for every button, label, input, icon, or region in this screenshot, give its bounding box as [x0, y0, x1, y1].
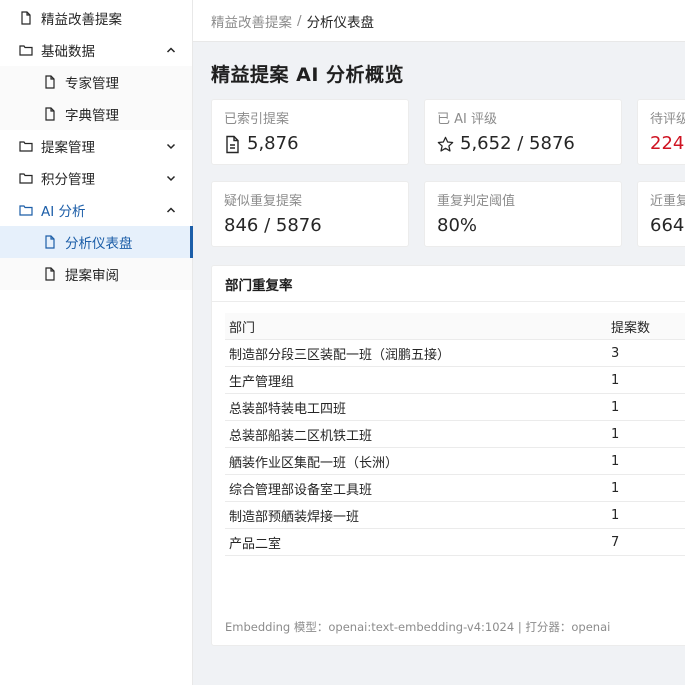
sidebar-item-label: 积分管理: [41, 172, 95, 188]
breadcrumb-parent-link[interactable]: 精益改善提案: [211, 11, 292, 31]
dept-cell: 舾装作业区集配一班（长洲）: [225, 447, 607, 475]
chevron-up-icon: [165, 44, 177, 56]
stat-value: 846 / 5876: [224, 215, 322, 236]
sidebar-item-label: 分析仪表盘: [65, 236, 133, 252]
chevron-down-icon: [165, 140, 177, 152]
stat-value: 224: [650, 133, 685, 154]
sidebar-item-proposals[interactable]: 提案管理: [0, 130, 192, 162]
stat-value-row: 5,876: [224, 133, 396, 155]
folder-icon: [19, 139, 33, 153]
stat-value: 5,652 / 5876: [460, 133, 575, 154]
sidebar-item-label: 提案管理: [41, 140, 95, 156]
dept-cell: 制造部分段三区装配一班（润鹏五接）: [225, 339, 607, 367]
file-icon: [43, 75, 57, 89]
dept-cell: 综合管理部设备室工具班: [225, 474, 607, 502]
sidebar-item-label: 字典管理: [65, 108, 119, 124]
stat-card-near-duplicates: 近重复 664: [637, 181, 685, 247]
table-row: 制造部预舾装焊接一班 1: [225, 501, 685, 529]
stat-value-row: 5,652 / 5876: [437, 133, 609, 155]
table-row: 总装部特装电工四班 1: [225, 393, 685, 421]
sidebar-item-basic-data[interactable]: 基础数据: [0, 34, 192, 66]
stat-value: 80%: [437, 215, 478, 236]
count-cell: 1: [607, 420, 685, 448]
dept-cell: 制造部预舾装焊接一班: [225, 501, 607, 529]
stat-label: 已索引提案: [224, 112, 290, 127]
table-header-row: 部门 提案数: [225, 313, 685, 340]
sidebar-item-dashboard[interactable]: 分析仪表盘: [0, 226, 193, 258]
sidebar: 精益改善提案 基础数据 专家管理 字典管理 提案管理 积分管理 AI 分析 分析…: [0, 0, 193, 685]
table-row: 制造部分段三区装配一班（润鹏五接） 3: [225, 339, 685, 367]
sidebar-item-points[interactable]: 积分管理: [0, 162, 192, 194]
folder-icon: [19, 203, 33, 217]
sidebar-item-label: 精益改善提案: [41, 12, 122, 28]
count-cell: 1: [607, 393, 685, 421]
chevron-down-icon: [165, 172, 177, 184]
file-icon: [43, 267, 57, 281]
embedding-model-info: Embedding 模型：openai:text-embedding-v4:10…: [225, 620, 611, 634]
dept-cell: 生产管理组: [225, 366, 607, 394]
sidebar-item-label: 专家管理: [65, 76, 119, 92]
stat-card-rated: 已 AI 评级 5,652 / 5876: [424, 99, 622, 165]
stat-label: 待评级: [650, 112, 685, 127]
stat-value-row: 224: [650, 133, 685, 155]
dept-duplicate-panel: 部门重复率 部门 提案数 制造部分段三区装配一班（润鹏五接） 3 生产管理组 1 总…: [211, 265, 685, 646]
sidebar-item-label: 基础数据: [41, 44, 95, 60]
star-icon: [437, 135, 454, 154]
stat-value: 664: [650, 215, 685, 236]
file-icon: [19, 11, 33, 25]
stat-label: 已 AI 评级: [437, 112, 497, 127]
stat-card-threshold: 重复判定阈值 80%: [424, 181, 622, 247]
stat-label: 近重复: [650, 194, 685, 209]
sidebar-item-ai-analysis[interactable]: AI 分析: [0, 194, 192, 226]
table-row: 总装部船装二区机铁工班 1: [225, 420, 685, 448]
count-cell: 1: [607, 366, 685, 394]
dept-cell: 总装部特装电工四班: [225, 393, 607, 421]
sidebar-item-review[interactable]: 提案审阅: [0, 258, 192, 290]
stat-value-row: 846 / 5876: [224, 215, 396, 237]
stat-card-pending: 待评级 224: [637, 99, 685, 165]
file-icon: [43, 107, 57, 121]
chevron-up-icon: [165, 204, 177, 216]
count-cell: 1: [607, 447, 685, 475]
stat-value: 5,876: [247, 133, 299, 154]
table-row: 舾装作业区集配一班（长洲） 1: [225, 447, 685, 475]
column-header-dept[interactable]: 部门: [225, 313, 607, 340]
stat-value-row: 664: [650, 215, 685, 237]
count-cell: 1: [607, 474, 685, 502]
breadcrumb: 精益改善提案 / 分析仪表盘: [193, 0, 685, 42]
panel-title: 部门重复率: [212, 266, 685, 302]
page-title: 精益提案 AI 分析概览: [211, 64, 405, 86]
sidebar-item-experts[interactable]: 专家管理: [0, 66, 192, 98]
file-icon: [43, 235, 57, 249]
breadcrumb-current: 分析仪表盘: [306, 14, 375, 31]
folder-icon: [19, 43, 33, 57]
sidebar-item-dictionary[interactable]: 字典管理: [0, 98, 192, 130]
sidebar-item-label: 提案审阅: [65, 268, 119, 284]
folder-icon: [19, 171, 33, 185]
breadcrumb-separator: /: [297, 12, 302, 29]
dept-cell: 产品二室: [225, 528, 607, 556]
table-row: 生产管理组 1: [225, 366, 685, 394]
dept-cell: 总装部船装二区机铁工班: [225, 420, 607, 448]
document-icon: [224, 135, 241, 154]
table-row: 产品二室 7: [225, 528, 685, 556]
table-row: 综合管理部设备室工具班 1: [225, 474, 685, 502]
count-cell: 3: [607, 339, 685, 367]
stat-card-duplicates: 疑似重复提案 846 / 5876: [211, 181, 409, 247]
stat-value-row: 80%: [437, 215, 609, 237]
count-cell: 1: [607, 501, 685, 529]
sidebar-item-lean-proposals[interactable]: 精益改善提案: [0, 2, 192, 34]
sidebar-item-label: AI 分析: [41, 204, 86, 220]
stat-card-indexed: 已索引提案 5,876: [211, 99, 409, 165]
count-cell: 7: [607, 528, 685, 556]
stat-label: 疑似重复提案: [224, 194, 303, 209]
main-content: 精益改善提案 / 分析仪表盘 精益提案 AI 分析概览 已索引提案 5,876 …: [193, 0, 685, 685]
column-header-count[interactable]: 提案数: [607, 313, 685, 340]
dept-table: 部门 提案数 制造部分段三区装配一班（润鹏五接） 3 生产管理组 1 总装部特装电工…: [225, 313, 685, 556]
stat-label: 重复判定阈值: [437, 194, 516, 209]
